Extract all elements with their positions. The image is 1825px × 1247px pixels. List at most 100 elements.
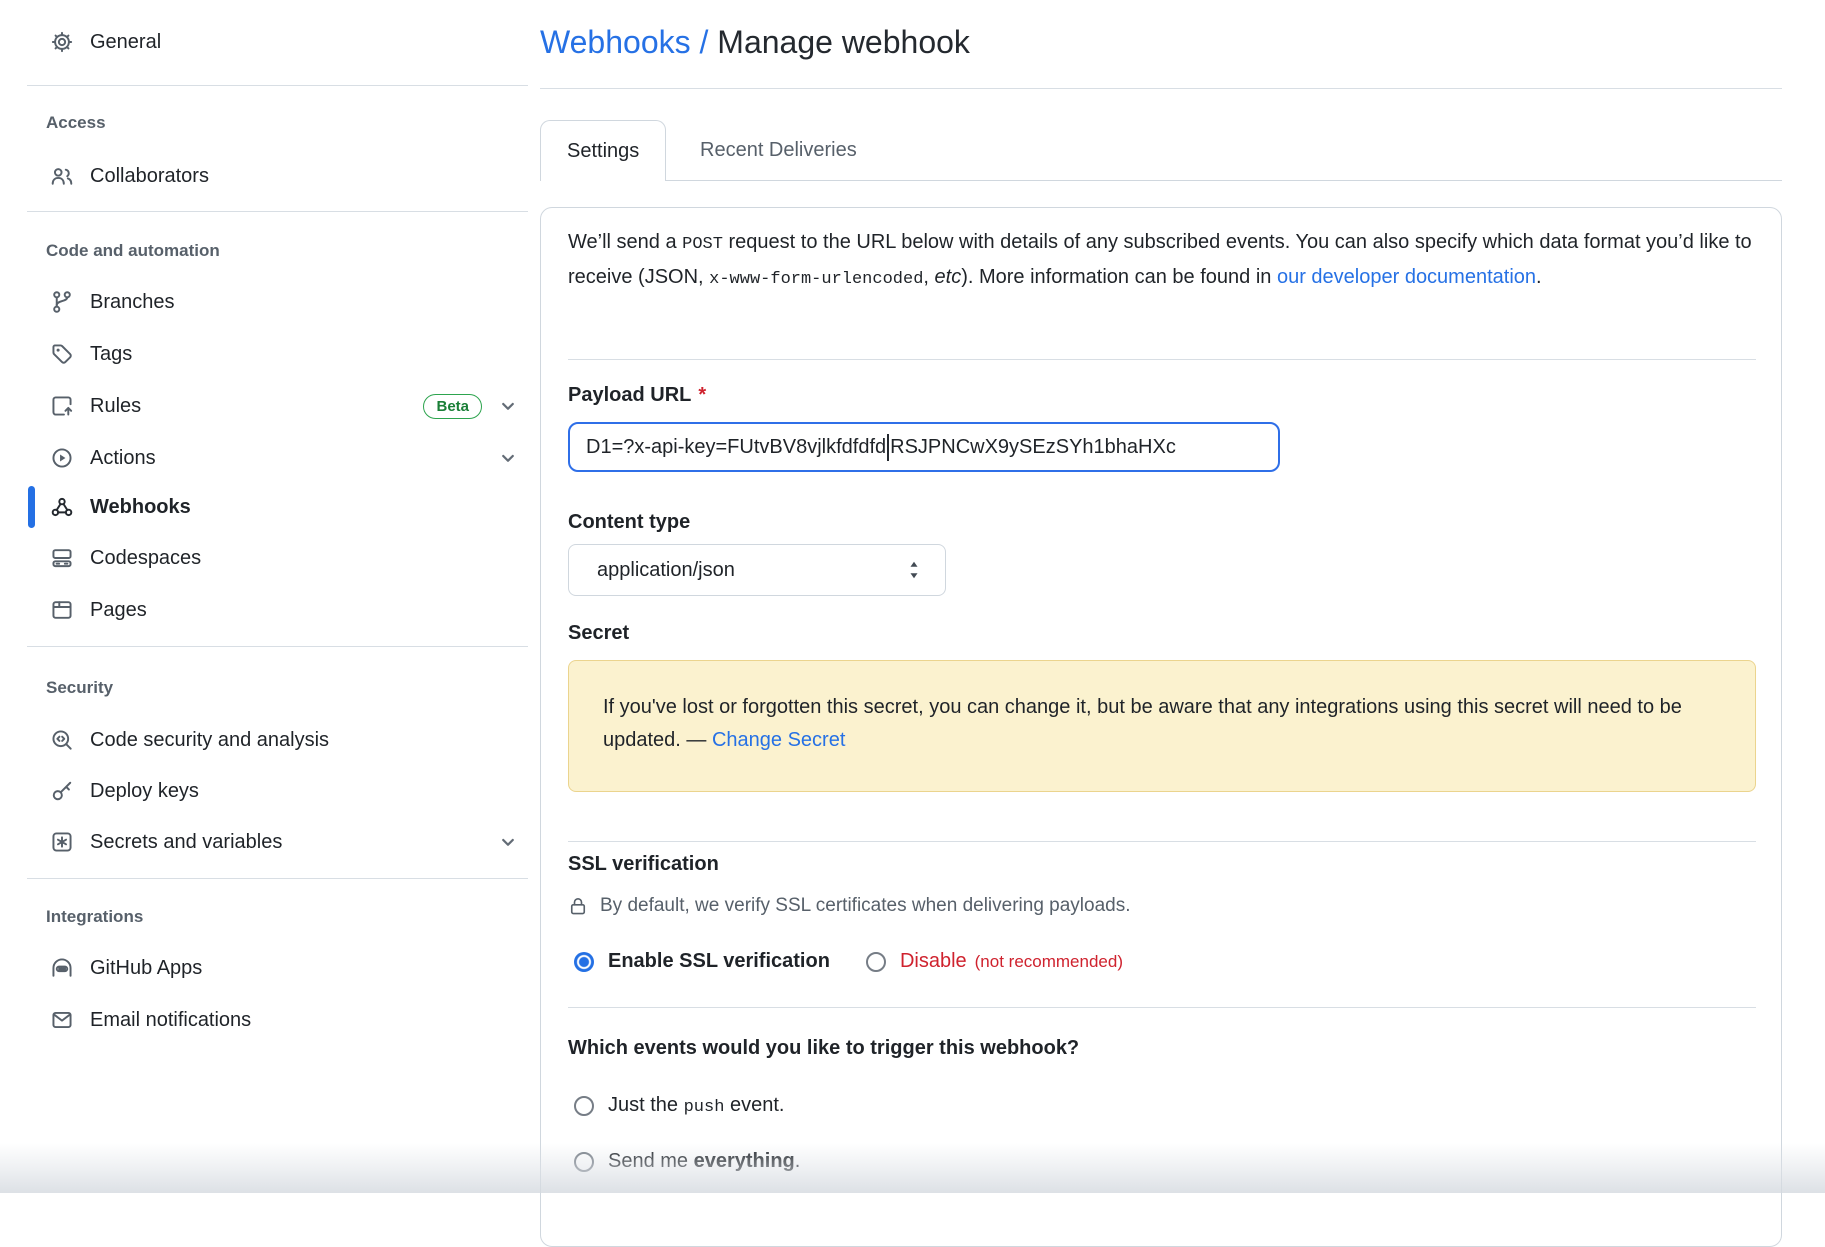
content-type-select[interactable]: application/json (568, 544, 946, 596)
developer-documentation-link[interactable]: our developer documentation (1277, 266, 1536, 288)
sidebar-item-pages[interactable]: Pages (27, 588, 528, 632)
secret-label: Secret (568, 622, 629, 645)
enable-ssl-label[interactable]: Enable SSL verification (608, 950, 830, 973)
ssl-description: By default, we verify SSL certificates w… (568, 895, 1131, 917)
mail-icon (50, 1008, 74, 1032)
change-secret-link[interactable]: Change Secret (712, 729, 845, 751)
asterisk-box-icon (50, 830, 74, 854)
payload-url-value-before-caret: D1=?x-api-key=FUtvBV8vjlkfdfdfd (586, 436, 886, 459)
sidebar-item-code-security[interactable]: Code security and analysis (27, 718, 528, 762)
sidebar-item-rules[interactable]: Rules Beta (27, 384, 528, 428)
required-asterisk: * (698, 384, 706, 406)
rules-icon (50, 394, 74, 418)
event-option-just-push: Just the push event. (574, 1094, 784, 1117)
sidebar-item-email-notifications[interactable]: Email notifications (27, 998, 528, 1042)
sidebar-item-general[interactable]: General (27, 20, 528, 64)
sidebar-item-label: Codespaces (90, 547, 201, 570)
sidebar-item-tags[interactable]: Tags (27, 332, 528, 376)
sidebar-item-label: Deploy keys (90, 780, 199, 803)
sidebar-item-label: Code security and analysis (90, 729, 329, 752)
breadcrumb-webhooks-link[interactable]: Webhooks / (540, 24, 708, 60)
disable-ssl-radio[interactable] (866, 952, 886, 972)
sidebar-item-collaborators[interactable]: Collaborators (27, 154, 528, 198)
sidebar-item-branches[interactable]: Branches (27, 280, 528, 324)
sidebar-section-integrations: Integrations (46, 905, 143, 929)
sidebar-section-security: Security (46, 676, 113, 700)
sidebar-divider (27, 878, 528, 879)
post-code: POST (682, 235, 723, 254)
beta-badge: Beta (423, 394, 482, 419)
sidebar-item-label: Email notifications (90, 1009, 251, 1032)
git-branch-icon (50, 290, 74, 314)
tab-settings[interactable]: Settings (540, 120, 666, 181)
events-question-heading: Which events would you like to trigger t… (568, 1037, 1079, 1060)
tag-icon (50, 342, 74, 366)
urlencoded-code: x-www-form-urlencoded (709, 270, 923, 289)
sidebar-item-label: Branches (90, 291, 175, 314)
chevron-down-icon[interactable] (498, 448, 518, 468)
play-icon (50, 446, 74, 470)
sidebar-divider (27, 211, 528, 212)
push-code: push (684, 1098, 725, 1117)
tabnav-border (662, 180, 1782, 181)
sidebar-item-label: Tags (90, 343, 132, 366)
browser-icon (50, 598, 74, 622)
sidebar-item-label: Pages (90, 599, 147, 622)
hubot-icon (50, 956, 74, 980)
sidebar-divider (27, 646, 528, 647)
content-type-selected-value: application/json (597, 559, 735, 582)
tab-recent-deliveries[interactable]: Recent Deliveries (690, 120, 867, 180)
sidebar-item-deploy-keys[interactable]: Deploy keys (27, 769, 528, 813)
webhook-form-card: We’ll send a POST request to the URL bel… (540, 207, 1782, 1247)
enable-ssl-radio[interactable] (574, 952, 594, 972)
sidebar-item-label: Rules (90, 395, 141, 418)
disable-ssl-label[interactable]: Disable (900, 950, 967, 973)
disable-ssl-note: (not recommended) (975, 952, 1123, 972)
page-title-current: Manage webhook (717, 24, 970, 60)
text-caret (887, 434, 889, 461)
sidebar-divider (27, 85, 528, 86)
people-icon (50, 164, 74, 188)
event-option-everything: Send me everything. (574, 1150, 800, 1173)
sidebar-item-label: Collaborators (90, 165, 209, 188)
chevron-down-icon[interactable] (498, 832, 518, 852)
content-type-label: Content type (568, 511, 690, 534)
payload-url-value-after-caret: RSJPNCwX9ySEzSYh1bhaHXc (890, 436, 1176, 459)
sidebar-item-label: GitHub Apps (90, 957, 202, 980)
settings-sidebar: General Access Collaborators Code and au… (0, 0, 530, 1193)
sidebar-item-github-apps[interactable]: GitHub Apps (27, 946, 528, 990)
sidebar-section-access: Access (46, 111, 106, 135)
page-title: Webhooks / Manage webhook (540, 24, 970, 61)
chevron-down-icon[interactable] (498, 396, 518, 416)
header-divider (540, 88, 1782, 89)
sidebar-item-webhooks[interactable]: Webhooks (27, 483, 528, 531)
sidebar-item-label: Webhooks (90, 496, 191, 519)
payload-url-label: Payload URL* (568, 384, 706, 407)
ssl-radio-group: Enable SSL verification Disable (not rec… (574, 950, 1123, 973)
codespaces-icon (50, 546, 74, 570)
sidebar-item-actions[interactable]: Actions (27, 436, 528, 480)
ssl-verification-heading: SSL verification (568, 853, 719, 876)
secret-warning-box: If you've lost or forgotten this secret,… (568, 660, 1756, 792)
lock-icon (568, 896, 588, 916)
intro-paragraph: We’ll send a POST request to the URL bel… (568, 226, 1760, 296)
send-everything-radio[interactable] (574, 1152, 594, 1172)
sidebar-item-codespaces[interactable]: Codespaces (27, 536, 528, 580)
section-divider (568, 359, 1756, 360)
sidebar-item-secrets-variables[interactable]: Secrets and variables (27, 820, 528, 864)
just-push-radio[interactable] (574, 1096, 594, 1116)
webhook-icon (50, 495, 74, 519)
sidebar-item-label: General (90, 31, 161, 54)
just-push-label[interactable]: Just the push event. (608, 1094, 784, 1117)
sidebar-item-label: Secrets and variables (90, 831, 282, 854)
section-divider (568, 841, 1756, 842)
gear-icon (50, 30, 74, 54)
payload-url-input[interactable]: D1=?x-api-key=FUtvBV8vjlkfdfdfdRSJPNCwX9… (568, 422, 1280, 472)
key-icon (50, 779, 74, 803)
send-everything-label[interactable]: Send me everything. (608, 1150, 800, 1173)
section-divider (568, 1007, 1756, 1008)
code-scan-icon (50, 728, 74, 752)
active-item-indicator (28, 486, 35, 528)
sidebar-item-label: Actions (90, 447, 156, 470)
sidebar-section-code-automation: Code and automation (46, 239, 220, 263)
